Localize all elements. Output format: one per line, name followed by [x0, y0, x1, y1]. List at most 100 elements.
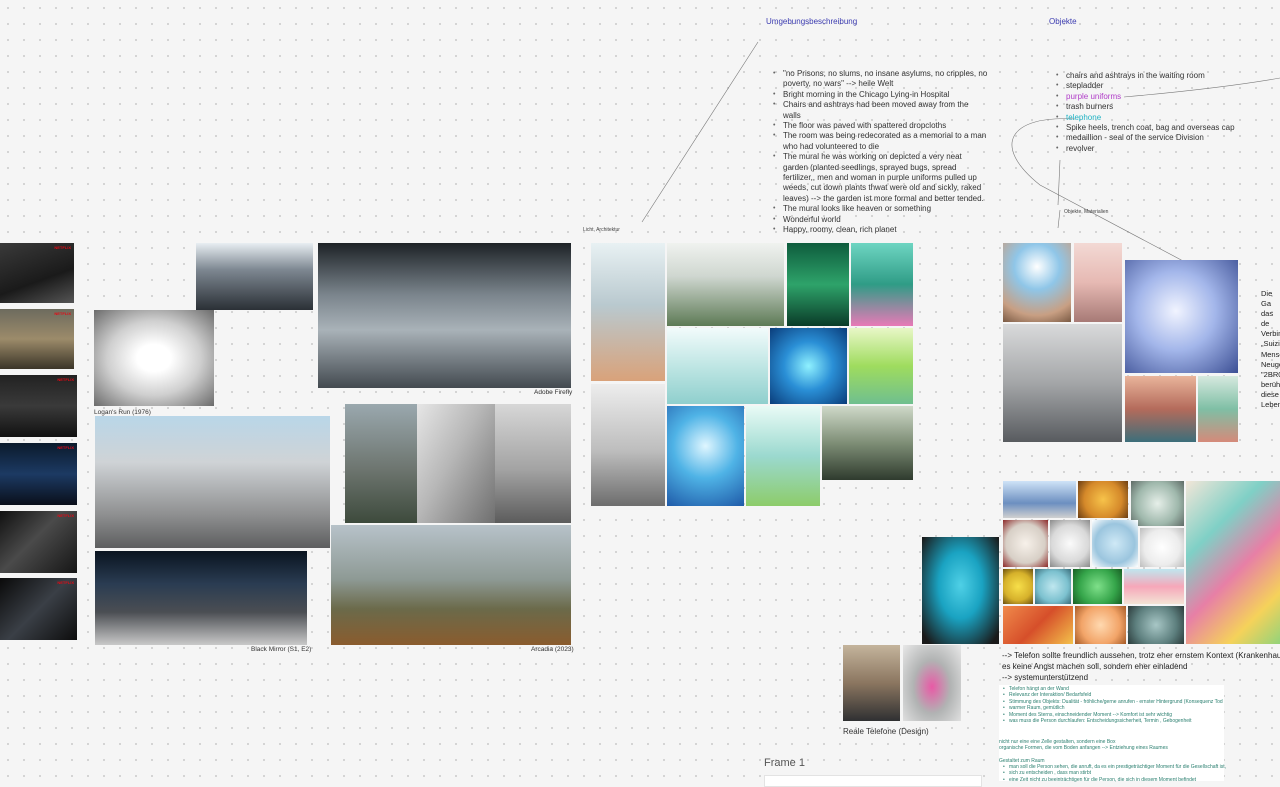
- pastel-phones-image[interactable]: [1124, 569, 1184, 604]
- sleep-pod-image[interactable]: [1125, 260, 1238, 373]
- connector-objects: [1057, 159, 1061, 206]
- mint-clinic-image[interactable]: [746, 406, 820, 506]
- hospital-campus-image[interactable]: [667, 243, 784, 326]
- yellow-rotary-phone-image[interactable]: [1003, 569, 1033, 604]
- adobe-firefly-waiting-room-image[interactable]: [318, 243, 571, 388]
- object-note-item: chairs and ashtrays in the waiting room: [1056, 71, 1256, 82]
- yellow-phone-image[interactable]: [1078, 481, 1128, 518]
- side-note-text[interactable]: Die Gadas deVerbin„SuiziMenscNeuge"2BR0b…: [1261, 289, 1280, 410]
- green-corridor-image-1[interactable]: [787, 243, 849, 326]
- green-corridor-image-2[interactable]: [851, 243, 913, 326]
- green-sanitary-room-image[interactable]: [822, 406, 913, 480]
- environment-note-item: Wonderful world: [773, 215, 988, 226]
- phone-notes-text[interactable]: --> Telefon sollte freundlich aussehen, …: [1002, 650, 1280, 683]
- teal-phone-image[interactable]: [1035, 569, 1071, 604]
- white-round-phone-image[interactable]: [1050, 520, 1090, 567]
- netflix-screenshot-1[interactable]: NETFLIX: [0, 243, 74, 303]
- logans-run-image[interactable]: [94, 310, 214, 406]
- netflix-badge: NETFLIX: [54, 245, 71, 250]
- small-notes-list-2: man soll die Person sehen, die anruft, d…: [1002, 764, 1226, 784]
- green-pastel-room-image[interactable]: [1198, 376, 1238, 442]
- object-note-item: stepladder: [1056, 81, 1256, 92]
- grey-dial-phone-image[interactable]: [1128, 606, 1184, 644]
- arcadia-triangle-facade-image[interactable]: [495, 404, 571, 523]
- colorful-phones-wall-image[interactable]: [1186, 481, 1280, 644]
- orange-phone-image[interactable]: [1003, 606, 1073, 644]
- side-note-line: "2BR0: [1261, 369, 1280, 379]
- netflix-badge: NETFLIX: [57, 580, 74, 585]
- arcadia-landscape-image[interactable]: [331, 525, 571, 645]
- arcadia-tower-image-1[interactable]: [345, 404, 417, 523]
- phone-booth-street-image[interactable]: [1003, 481, 1076, 518]
- environment-note-item: Chairs and ashtrays had been moved away …: [773, 100, 988, 121]
- light-architecture-label: Licht, Architektur: [583, 227, 620, 233]
- object-note-item: telephone: [1056, 113, 1256, 124]
- waiting-room-image-small[interactable]: [196, 243, 313, 310]
- netflix-screenshot-3[interactable]: NETFLIX: [0, 375, 77, 437]
- side-note-line: „Suizi: [1261, 339, 1280, 349]
- object-note-item: purple uniforms: [1056, 92, 1256, 103]
- netflix-screenshot-6[interactable]: NETFLIX: [0, 578, 77, 640]
- blue-neon-room-image[interactable]: [770, 328, 847, 404]
- white-wall-phone-image[interactable]: [1140, 528, 1184, 567]
- frame-1[interactable]: [764, 775, 982, 787]
- white-lounge-image[interactable]: [591, 384, 665, 506]
- logans-run-caption: Logan's Run (1976): [94, 409, 151, 416]
- side-note-line: diese: [1261, 389, 1279, 399]
- small-note-item: eine Zeit nicht zu beeinträchtigen für d…: [1002, 777, 1226, 784]
- phone-note-line: --> systemunterstützend: [1002, 673, 1089, 682]
- side-note-line: Die Ga: [1261, 289, 1273, 309]
- side-note-line: berüh: [1261, 379, 1280, 389]
- object-note-item: Spike heels, trench coat, bag and overse…: [1056, 123, 1256, 134]
- mint-dial-phone-image[interactable]: [1131, 481, 1184, 526]
- lime-green-room-image[interactable]: [849, 328, 913, 404]
- phone-note-line: es keine Angst machen soll, sondern eher…: [1002, 662, 1188, 671]
- netflix-badge: NETFLIX: [57, 513, 74, 518]
- netflix-badge: NETFLIX: [57, 377, 74, 382]
- black-mirror-image[interactable]: [95, 551, 307, 645]
- object-notes-list[interactable]: chairs and ashtrays in the waiting rooms…: [1056, 71, 1256, 155]
- netflix-screenshot-4[interactable]: NETFLIX: [0, 443, 77, 505]
- side-note-line: Mensc: [1261, 349, 1280, 359]
- arcadia-facade-image[interactable]: [417, 404, 495, 523]
- side-note-line: Neuge: [1261, 359, 1280, 369]
- pastel-room-image[interactable]: [1125, 376, 1196, 442]
- peach-rotary-phone-image[interactable]: [1075, 606, 1126, 644]
- environment-note-item: The mural he was working on depicted a v…: [773, 152, 988, 204]
- architecture-building-image[interactable]: [95, 416, 330, 548]
- environment-heading[interactable]: Umgebungsbeschreibung: [766, 17, 857, 26]
- frame-label[interactable]: Frame 1: [764, 757, 805, 769]
- side-note-line: Verbin: [1261, 329, 1280, 339]
- real-phone-image-1[interactable]: [843, 645, 900, 721]
- small-note-item: was muss die Person durchlaufen: Entsche…: [1002, 718, 1224, 725]
- netflix-badge: NETFLIX: [57, 445, 74, 450]
- environment-note-item: Bright morning in the Chicago Lying-in H…: [773, 90, 988, 101]
- environment-notes-list[interactable]: "no Prisons, no slums, no insane asylums…: [773, 69, 988, 236]
- black-mirror-caption: Black Mirror (S1, E2): [251, 646, 312, 653]
- object-note-item: medaillion - seal of the service Divisio…: [1056, 133, 1256, 144]
- white-sphere-phone-image[interactable]: [1003, 520, 1048, 567]
- small-notes-extra: nicht nur eine eine Zelle gestalten, son…: [999, 739, 1168, 752]
- blue-capsule-room-image[interactable]: [667, 406, 744, 506]
- ceiling-sky-image[interactable]: [1003, 243, 1071, 322]
- blue-egg-phone-image[interactable]: [1092, 520, 1138, 567]
- blue-object-phone-image[interactable]: [922, 537, 999, 644]
- real-phone-image-2[interactable]: [903, 645, 961, 721]
- hospital-atrium-image[interactable]: [591, 243, 665, 381]
- side-note-line: das de: [1261, 309, 1274, 329]
- environment-note-item: "no Prisons, no slums, no insane asylums…: [773, 69, 988, 90]
- environment-note-item: The mural looks like heaven or something: [773, 204, 988, 215]
- netflix-screenshot-5[interactable]: NETFLIX: [0, 511, 77, 573]
- real-phones-caption: Reale Telefone (Design): [843, 727, 929, 736]
- small-notes-list: Telefon hängt an der WandRelevanz der In…: [1002, 686, 1224, 725]
- netflix-screenshot-2[interactable]: NETFLIX: [0, 309, 74, 369]
- pink-room-image[interactable]: [1074, 243, 1122, 322]
- objects-heading[interactable]: Objekte: [1049, 17, 1077, 26]
- connector-environment: [641, 41, 759, 223]
- connector-objects-lower: [1057, 209, 1061, 229]
- green-rotary-phone-image[interactable]: [1073, 569, 1122, 604]
- object-note-item: revolver: [1056, 144, 1256, 155]
- side-note-line: Leben: [1261, 400, 1280, 410]
- futuristic-ward-image[interactable]: [1003, 324, 1122, 442]
- white-hospital-hall-image[interactable]: [667, 328, 768, 404]
